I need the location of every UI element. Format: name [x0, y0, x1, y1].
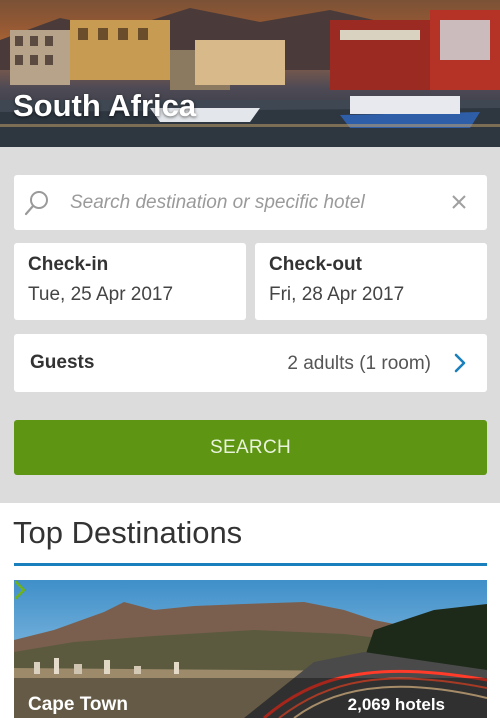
checkout-label: Check-out [269, 254, 362, 275]
checkin-value: Tue, 25 Apr 2017 [28, 284, 174, 305]
checkout-value: Fri, 28 Apr 2017 [269, 284, 405, 305]
checkin-field[interactable]: Check-in Tue, 25 Apr 2017 [14, 243, 246, 320]
page-title: South Africa [13, 88, 197, 123]
guests-label: Guests [30, 352, 95, 373]
destination-hotel-count: 2,069 hotels [347, 695, 445, 714]
destination-card-cape-town[interactable]: Cape Town 2,069 hotels [14, 580, 487, 718]
close-icon[interactable] [449, 192, 469, 212]
guests-selector[interactable]: Guests 2 adults (1 room) [14, 334, 487, 392]
search-button[interactable]: SEARCH [14, 420, 487, 475]
search-form: Search destination or specific hotel Che… [0, 147, 500, 503]
chevron-right-icon [454, 353, 466, 373]
top-destinations-section: Top Destinations Cape Town 2,069 hotels [0, 503, 500, 718]
destination-name: Cape Town [28, 694, 128, 715]
hero-image [0, 0, 500, 147]
chevron-right-icon [14, 580, 26, 600]
section-title: Top Destinations [13, 515, 243, 550]
guests-value: 2 adults (1 room) [287, 353, 431, 374]
hero-banner: South Africa [0, 0, 500, 147]
search-icon [24, 191, 48, 216]
search-input[interactable]: Search destination or specific hotel [14, 175, 487, 230]
search-placeholder: Search destination or specific hotel [70, 192, 365, 213]
checkin-label: Check-in [28, 254, 109, 275]
checkout-field[interactable]: Check-out Fri, 28 Apr 2017 [255, 243, 487, 320]
section-divider [14, 563, 487, 566]
